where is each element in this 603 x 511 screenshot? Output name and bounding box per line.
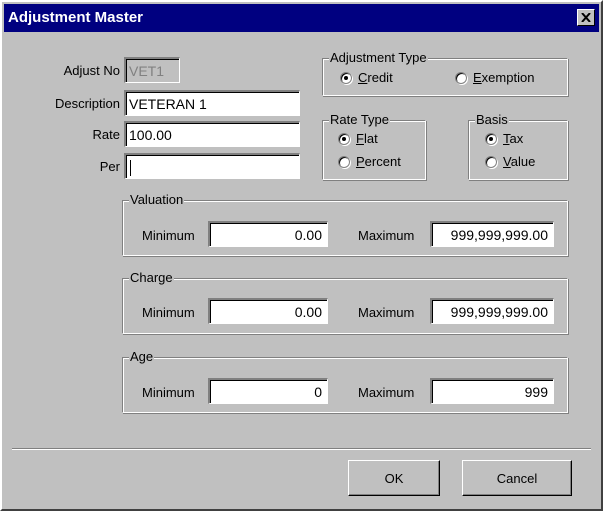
per-field[interactable] [124, 153, 300, 179]
adjustment-type-title: Adjustment Type [329, 50, 428, 65]
radio-tax[interactable]: Tax [485, 131, 523, 146]
rate-type-title: Rate Type [329, 112, 391, 127]
window-title: Adjustment Master [8, 9, 144, 26]
adjust-no-label: Adjust No [63, 63, 120, 78]
adjustment-master-dialog: Adjustment Master Adjust No VET1 Descrip… [0, 0, 603, 511]
close-icon [581, 13, 591, 22]
radio-credit[interactable]: Credit [340, 70, 393, 85]
valuation-maximum-field[interactable]: 999,999,999.00 [430, 221, 554, 247]
ok-button[interactable]: OK [348, 460, 440, 496]
radio-flat[interactable]: Flat [338, 131, 378, 146]
description-label: Description [54, 96, 120, 111]
age-minimum-label: Minimum [142, 385, 195, 400]
rate-label: Rate [92, 127, 120, 142]
radio-tax-indicator [485, 132, 497, 145]
description-field[interactable]: VETERAN 1 [124, 90, 300, 116]
radio-value-indicator [485, 155, 497, 168]
rate-type-group: Rate Type [322, 112, 426, 180]
text-caret [130, 160, 131, 177]
charge-minimum-field[interactable]: 0.00 [208, 298, 328, 324]
radio-value[interactable]: Value [485, 154, 535, 169]
charge-minimum-label: Minimum [142, 305, 195, 320]
valuation-title: Valuation [129, 192, 185, 207]
valuation-minimum-field[interactable]: 0.00 [208, 221, 328, 247]
valuation-minimum-label: Minimum [142, 228, 195, 243]
radio-credit-indicator [340, 71, 352, 84]
charge-title: Charge [129, 270, 174, 285]
age-title: Age [129, 349, 155, 364]
button-separator [12, 448, 591, 450]
age-minimum-field[interactable]: 0 [208, 378, 328, 404]
charge-maximum-field[interactable]: 999,999,999.00 [430, 298, 554, 324]
per-label: Per [99, 159, 120, 174]
radio-value-label: Value [503, 154, 536, 169]
basis-group: Basis [468, 112, 568, 180]
radio-exemption-indicator [455, 71, 467, 84]
radio-tax-label: Tax [503, 131, 524, 146]
radio-exemption[interactable]: Exemption [455, 70, 534, 85]
radio-percent-label: Percent [356, 154, 401, 169]
age-maximum-label: Maximum [358, 385, 415, 400]
close-button[interactable] [577, 9, 595, 26]
radio-exemption-label: Exemption [473, 70, 535, 85]
radio-flat-indicator [338, 132, 350, 145]
cancel-button[interactable]: Cancel [462, 460, 572, 496]
radio-flat-label: Flat [356, 131, 378, 146]
valuation-maximum-label: Maximum [358, 228, 415, 243]
rate-field[interactable]: 100.00 [124, 121, 300, 147]
radio-credit-label: Credit [358, 70, 393, 85]
basis-title: Basis [475, 112, 509, 127]
adjust-no-field: VET1 [124, 57, 180, 83]
radio-percent-indicator [338, 155, 350, 168]
radio-percent[interactable]: Percent [338, 154, 401, 169]
charge-maximum-label: Maximum [358, 305, 415, 320]
age-maximum-field[interactable]: 999 [430, 378, 554, 404]
title-bar[interactable]: Adjustment Master [4, 4, 599, 32]
